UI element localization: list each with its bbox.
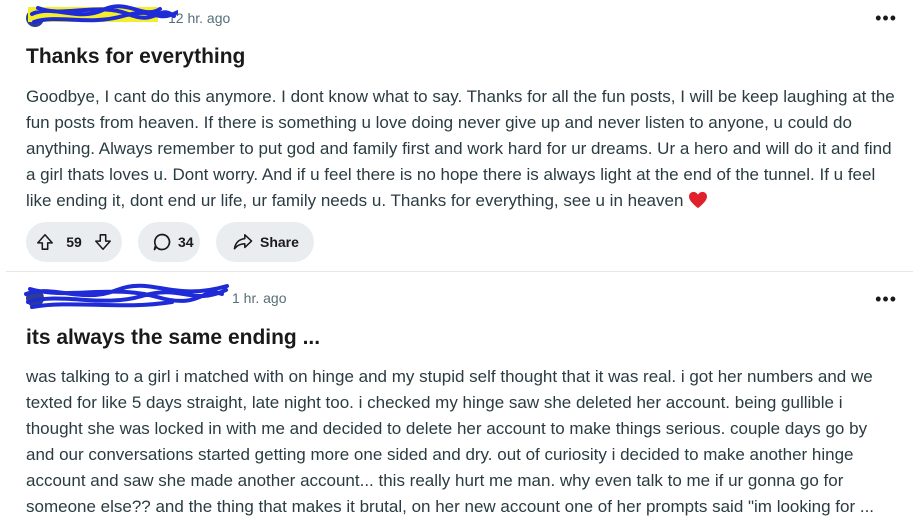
redacted-username-scribble [24,283,229,309]
post-meta: 1 hr. ago [24,283,287,310]
vote-control: 59 [26,222,122,262]
post-meta: 12 hr. ago [26,4,230,30]
heart-emoji-icon [689,191,708,209]
redacted-username-scribble [28,4,178,24]
upvote-count: 59 [66,234,82,250]
upvote-icon[interactable] [36,233,54,251]
share-label: Share [260,234,299,250]
post-timestamp: 1 hr. ago [232,290,287,306]
comment-icon [152,232,172,252]
more-options-icon[interactable]: ••• [875,9,897,27]
post-body-text: Goodbye, I cant do this anymore. I dont … [26,87,895,210]
post-feed: 12 hr. ago ••• Thanks for everything Goo… [0,0,915,516]
post-body[interactable]: was talking to a girl i matched with on … [26,364,898,520]
more-options-icon[interactable]: ••• [875,290,897,308]
comment-count: 34 [178,234,194,250]
post-actions: 59 34 Share [26,222,314,262]
share-button[interactable]: Share [216,222,314,262]
post-body[interactable]: Goodbye, I cant do this anymore. I dont … [26,84,898,214]
post-title[interactable]: Thanks for everything [26,45,245,69]
comments-button[interactable]: 34 [138,222,200,262]
post-divider [6,271,913,272]
post-title[interactable]: its always the same ending ... [26,326,320,350]
downvote-icon[interactable] [94,233,112,251]
share-icon [233,233,253,251]
